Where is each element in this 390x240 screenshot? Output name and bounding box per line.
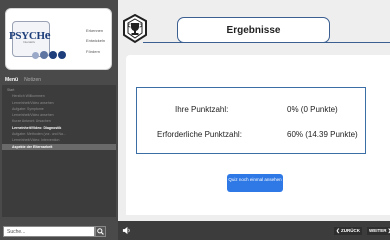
logo-subtitle: Interaktiv <box>23 40 36 44</box>
logo-tagline-2: Entwickeln <box>86 38 106 43</box>
tab-notes[interactable]: Notizen <box>21 76 44 84</box>
search-icon <box>97 228 104 235</box>
score-label: Ihre Punktzahl: <box>175 105 229 114</box>
tab-menu[interactable]: Menü <box>2 76 21 84</box>
logo-tagline-1: Erkennen <box>86 28 104 33</box>
speaker-icon[interactable] <box>122 226 131 235</box>
menu-panel: Start Herzlich Willkommen Lerneinheit/Vide… <box>2 85 116 217</box>
required-score-value: 60% (14.39 Punkte) <box>287 130 358 139</box>
course-logo: PSYCHe Interaktiv Erkennen Entwickeln Fö… <box>5 8 112 70</box>
sidebar-tabs: Menü Notizen <box>2 75 116 85</box>
page-title: Ergebnisse <box>177 17 330 43</box>
sidebar: PSYCHe Interaktiv Erkennen Entwickeln Fö… <box>0 0 118 240</box>
results-box: Ihre Punktzahl: 0% (0 Punkte) Erforderli… <box>136 87 366 154</box>
logo-tagline-3: Fördern <box>86 49 101 54</box>
search-button[interactable] <box>95 226 106 237</box>
required-score-label: Erforderliche Punktzahl: <box>157 130 242 139</box>
next-button[interactable]: WEITER ❯ <box>367 227 390 235</box>
main-content: Ergebnisse Ihre Punktzahl: 0% (0 Punkte)… <box>118 0 390 221</box>
back-button[interactable]: ❮ ZURÜCK <box>334 227 363 235</box>
score-value: 0% (0 Punkte) <box>287 105 338 114</box>
sidebar-item[interactable]: Aspekte der Elternarbeit <box>2 143 116 150</box>
retry-quiz-button[interactable]: Quiz noch einmal ansehen <box>227 174 283 192</box>
search-input[interactable]: Suche... <box>3 226 95 237</box>
logo-dots <box>32 51 66 59</box>
player-footer: ❮ ZURÜCK WEITER ❯ <box>118 221 390 240</box>
trophy-badge-icon <box>123 14 147 44</box>
menu-list: Start Herzlich Willkommen Lerneinheit/Vide… <box>2 85 116 150</box>
results-card: Ihre Punktzahl: 0% (0 Punkte) Erforderli… <box>126 55 390 215</box>
